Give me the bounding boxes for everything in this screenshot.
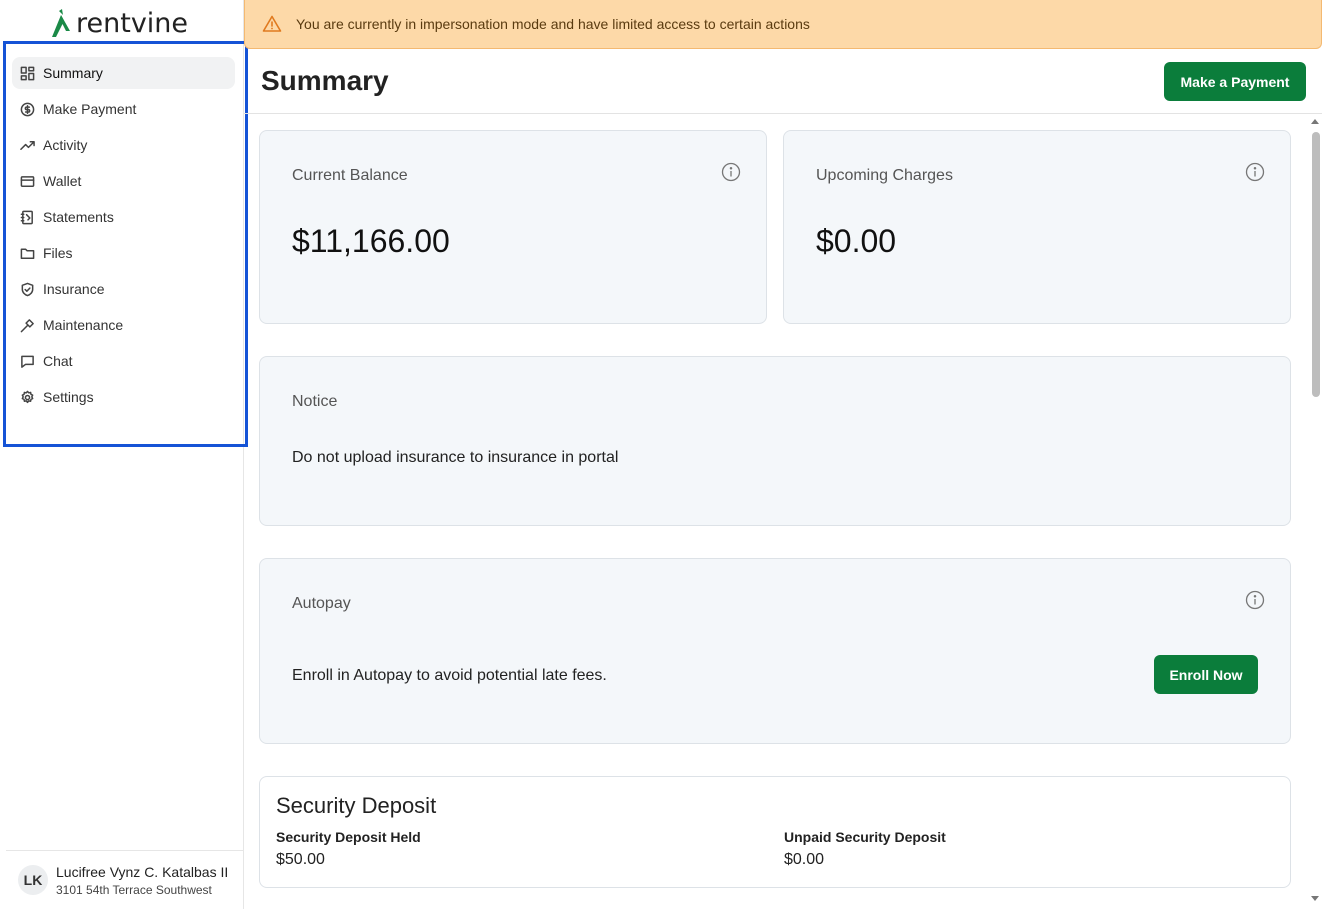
- user-profile[interactable]: LK Lucifree Vynz C. Katalbas II 3101 54t…: [6, 850, 244, 909]
- user-address: 3101 54th Terrace Southwest: [56, 882, 212, 897]
- sidebar-item-label: Maintenance: [43, 317, 124, 333]
- sidebar-nav: Summary Make Payment Activity Wallet Sta…: [12, 57, 235, 417]
- brand-logo[interactable]: rentvine: [50, 8, 188, 40]
- info-icon[interactable]: [1245, 590, 1265, 610]
- sidebar-item-statements[interactable]: Statements: [12, 201, 235, 233]
- deposit-held-value: $50.00: [276, 851, 325, 868]
- deposit-held-label: Security Deposit Held: [276, 829, 421, 845]
- unpaid-deposit-value: $0.00: [784, 851, 825, 868]
- sidebar-item-label: Files: [43, 245, 73, 261]
- page-header: Summary Make a Payment: [244, 49, 1322, 114]
- sidebar-item-chat[interactable]: Chat: [12, 345, 235, 377]
- sidebar-item-wallet[interactable]: Wallet: [12, 165, 235, 197]
- avatar: LK: [18, 865, 48, 895]
- sidebar-item-insurance[interactable]: Insurance: [12, 273, 235, 305]
- sidebar-item-label: Summary: [43, 65, 103, 81]
- sidebar-item-label: Wallet: [43, 173, 82, 189]
- notice-card: Notice Do not upload insurance to insura…: [259, 356, 1291, 526]
- sidebar-item-maintenance[interactable]: Maintenance: [12, 309, 235, 341]
- sidebar: rentvine Summary Make Payment Activity W…: [0, 0, 248, 909]
- banner-text: You are currently in impersonation mode …: [296, 16, 810, 32]
- trend-up-icon: [20, 138, 35, 153]
- impersonation-banner: You are currently in impersonation mode …: [244, 0, 1322, 49]
- warning-icon: [262, 15, 282, 32]
- user-name: Lucifree Vynz C. Katalbas II: [56, 863, 229, 880]
- page-title: Summary: [261, 65, 389, 96]
- notebook-icon: [20, 210, 35, 225]
- current-balance-amount: $11,166.00: [292, 223, 450, 259]
- user-info: Lucifree Vynz C. Katalbas II 3101 54th T…: [56, 864, 236, 897]
- folder-icon: [20, 246, 35, 261]
- rentvine-leaf-icon: [52, 9, 70, 37]
- make-a-payment-button[interactable]: Make a Payment: [1164, 62, 1306, 101]
- autopay-label: Autopay: [292, 595, 351, 612]
- autopay-text: Enroll in Autopay to avoid potential lat…: [292, 667, 607, 684]
- scroll-up-arrow[interactable]: [1311, 119, 1319, 124]
- current-balance-label: Current Balance: [292, 167, 408, 184]
- info-icon[interactable]: [721, 162, 741, 182]
- current-balance-card: Current Balance $11,166.00: [259, 130, 767, 324]
- scrollbar-thumb[interactable]: [1312, 132, 1320, 397]
- brand-name: rentvine: [76, 8, 189, 39]
- hammer-icon: [20, 318, 35, 333]
- upcoming-charges-card: Upcoming Charges $0.00: [783, 130, 1291, 324]
- sidebar-item-label: Chat: [43, 353, 73, 369]
- card-icon: [20, 174, 35, 189]
- dollar-circle-icon: [20, 102, 35, 117]
- sidebar-item-settings[interactable]: Settings: [12, 381, 235, 413]
- autopay-card: Autopay Enroll in Autopay to avoid poten…: [259, 558, 1291, 744]
- sidebar-item-make-payment[interactable]: Make Payment: [12, 93, 235, 125]
- info-icon[interactable]: [1245, 162, 1265, 182]
- gear-icon: [20, 390, 35, 405]
- main-content: You are currently in impersonation mode …: [244, 0, 1334, 909]
- security-deposit-card: Security Deposit Security Deposit Held $…: [259, 776, 1291, 888]
- upcoming-charges-label: Upcoming Charges: [816, 167, 953, 184]
- sidebar-item-summary[interactable]: Summary: [12, 57, 235, 89]
- sidebar-item-label: Activity: [43, 137, 88, 153]
- sidebar-item-label: Settings: [43, 389, 94, 405]
- grid-icon: [20, 66, 35, 81]
- sidebar-item-files[interactable]: Files: [12, 237, 235, 269]
- sidebar-item-label: Insurance: [43, 281, 105, 297]
- sidebar-item-label: Make Payment: [43, 101, 137, 117]
- chat-icon: [20, 354, 35, 369]
- scroll-down-arrow[interactable]: [1311, 896, 1319, 901]
- unpaid-deposit-label: Unpaid Security Deposit: [784, 829, 946, 845]
- upcoming-charges-amount: $0.00: [816, 223, 897, 259]
- security-deposit-title: Security Deposit: [276, 793, 437, 818]
- shield-icon: [20, 282, 35, 297]
- notice-label: Notice: [292, 393, 338, 410]
- sidebar-item-label: Statements: [43, 209, 114, 225]
- sidebar-item-activity[interactable]: Activity: [12, 129, 235, 161]
- app-root: rentvine Summary Make Payment Activity W…: [0, 0, 1334, 909]
- enroll-now-button[interactable]: Enroll Now: [1154, 655, 1258, 694]
- notice-text: Do not upload insurance to insurance in …: [292, 449, 619, 466]
